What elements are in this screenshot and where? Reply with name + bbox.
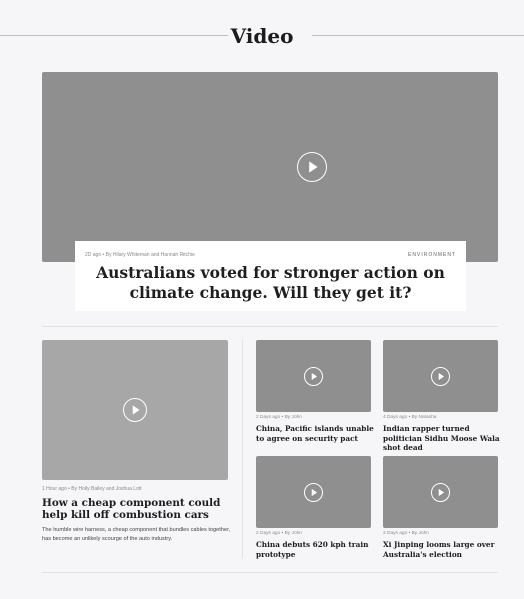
story-meta: 4 Days ago • By Natasha (383, 415, 437, 420)
video-thumbnail[interactable] (383, 456, 498, 528)
story-title[interactable]: China, Pacific islands unable to agree o… (256, 424, 374, 443)
story-title[interactable]: Xi Jinping looms large over Australia's … (383, 540, 501, 559)
play-icon[interactable] (304, 367, 323, 386)
video-thumbnail[interactable] (256, 340, 371, 412)
video-thumbnail[interactable] (383, 340, 498, 412)
section-header: Video (0, 22, 524, 50)
play-icon[interactable] (304, 483, 323, 502)
story-meta: 2 Days ago • By John (256, 531, 302, 536)
hero-meta: 2D ago • By Hilary Whiteman and Hannah R… (85, 252, 195, 258)
video-thumbnail[interactable] (256, 456, 371, 528)
divider (42, 326, 498, 327)
feature-meta: 1 Hour ago • By Holly Bailey and Joshua … (42, 486, 142, 492)
section-title: Video (230, 24, 294, 48)
story-meta: 2 Days ago • By John (383, 531, 429, 536)
divider (42, 572, 498, 573)
story-meta: 2 Days ago • By John (256, 415, 302, 420)
feature-video-thumbnail[interactable] (42, 340, 228, 480)
hero-video-player[interactable] (42, 72, 498, 262)
story-title[interactable]: Indian rapper turned politician Sidhu Mo… (383, 424, 501, 453)
hero-story-card[interactable]: 2D ago • By Hilary Whiteman and Hannah R… (75, 241, 466, 311)
play-icon[interactable] (297, 152, 327, 182)
feature-title[interactable]: How a cheap component could help kill of… (42, 497, 232, 521)
hero-headline[interactable]: Australians voted for stronger action on… (75, 263, 466, 303)
play-icon[interactable] (431, 367, 450, 386)
hero-category-tag[interactable]: ENVIRONMENT (408, 252, 456, 258)
feature-description: The humble wire harness, a cheap compone… (42, 527, 231, 542)
play-icon[interactable] (431, 483, 450, 502)
header-rule-right (312, 35, 524, 36)
story-title[interactable]: China debuts 620 kph train prototype (256, 540, 374, 559)
column-divider (242, 340, 243, 559)
play-icon[interactable] (123, 398, 147, 422)
